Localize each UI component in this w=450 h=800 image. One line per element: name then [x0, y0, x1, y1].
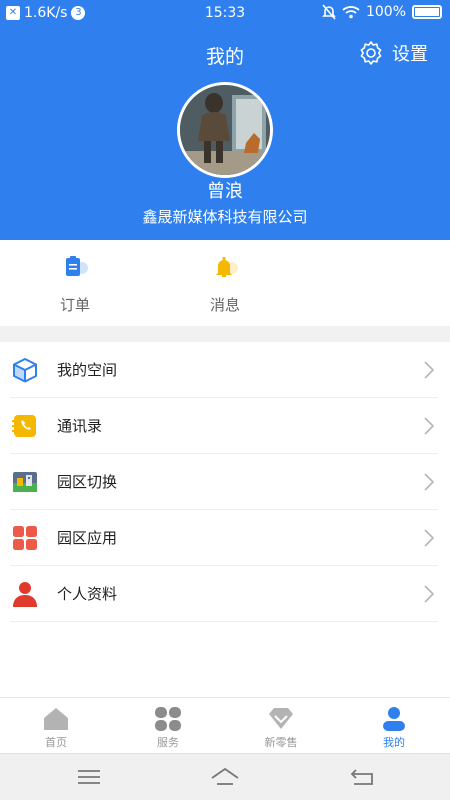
tab-mine[interactable]: 我的 — [354, 706, 434, 750]
profile-icon — [383, 707, 405, 731]
chevron-right-icon — [424, 528, 435, 547]
apps-grid-icon — [13, 525, 37, 550]
avatar-image — [180, 85, 270, 175]
menu-item-park-switch[interactable]: 园区切换 — [10, 454, 438, 510]
bell-icon — [216, 256, 238, 277]
home-icon — [44, 708, 68, 730]
menu-label: 通讯录 — [57, 417, 103, 435]
section-divider — [0, 326, 450, 342]
back-icon[interactable] — [348, 766, 378, 788]
clipboard-icon — [66, 256, 88, 276]
status-right: 100% — [322, 4, 442, 20]
home-nav-icon[interactable] — [210, 766, 240, 788]
chevron-right-icon — [424, 360, 435, 379]
settings-button[interactable]: 设置 — [358, 40, 428, 66]
quick-actions: 订单 消息 — [0, 240, 450, 326]
menu-item-park-apps[interactable]: 园区应用 — [10, 510, 438, 566]
gear-icon — [360, 41, 382, 65]
menu-label: 我的空间 — [57, 361, 118, 379]
messages-button[interactable]: 消息 — [185, 254, 265, 315]
menu-list: 我的空间 通讯录 园区切换 园区应用 个人资料 — [0, 342, 450, 622]
battery-percent: 100% — [365, 4, 406, 20]
menu-item-my-space[interactable]: 我的空间 — [10, 342, 438, 398]
menu-label: 园区切换 — [57, 473, 118, 491]
menu-label: 个人资料 — [57, 585, 118, 603]
person-icon — [13, 581, 37, 607]
menu-icon[interactable] — [74, 766, 104, 788]
diamond-icon — [269, 708, 293, 729]
company-name: 鑫晟新媒体科技有限公司 — [142, 208, 308, 226]
system-nav-bar — [0, 753, 450, 800]
chevron-right-icon — [424, 584, 435, 603]
tab-label: 新零售 — [264, 736, 298, 749]
battery-icon — [412, 5, 442, 19]
tab-service[interactable]: 服务 — [128, 706, 208, 750]
user-name: 曾浪 — [207, 181, 243, 202]
settings-label: 设置 — [392, 44, 428, 65]
status-bar: ✕ 1.6K/s 3 15:33 100% — [0, 0, 450, 28]
profile-header: ✕ 1.6K/s 3 15:33 100% 我的 设置 曾浪 鑫晟新媒体科技有限… — [0, 0, 450, 240]
tab-label: 首页 — [45, 736, 67, 749]
orders-button[interactable]: 订单 — [35, 254, 115, 315]
menu-item-profile[interactable]: 个人资料 — [10, 566, 438, 622]
contacts-phone-icon — [12, 414, 36, 437]
tab-new-retail[interactable]: 新零售 — [241, 706, 321, 750]
orders-label: 订单 — [59, 296, 90, 314]
wifi-icon — [342, 6, 360, 19]
chevron-right-icon — [424, 416, 435, 435]
tab-home[interactable]: 首页 — [16, 706, 96, 750]
cube-icon — [13, 357, 37, 382]
tab-label: 我的 — [383, 736, 405, 749]
menu-label: 园区应用 — [57, 529, 118, 547]
service-grid-icon — [155, 707, 181, 731]
mute-icon — [322, 4, 336, 20]
tab-label: 服务 — [157, 736, 179, 749]
messages-label: 消息 — [209, 296, 240, 314]
chevron-right-icon — [424, 472, 435, 491]
bottom-tab-bar: 首页 服务 新零售 我的 — [0, 697, 450, 753]
menu-item-contacts[interactable]: 通讯录 — [10, 398, 438, 454]
park-switch-icon — [13, 471, 37, 492]
avatar[interactable] — [177, 82, 273, 178]
